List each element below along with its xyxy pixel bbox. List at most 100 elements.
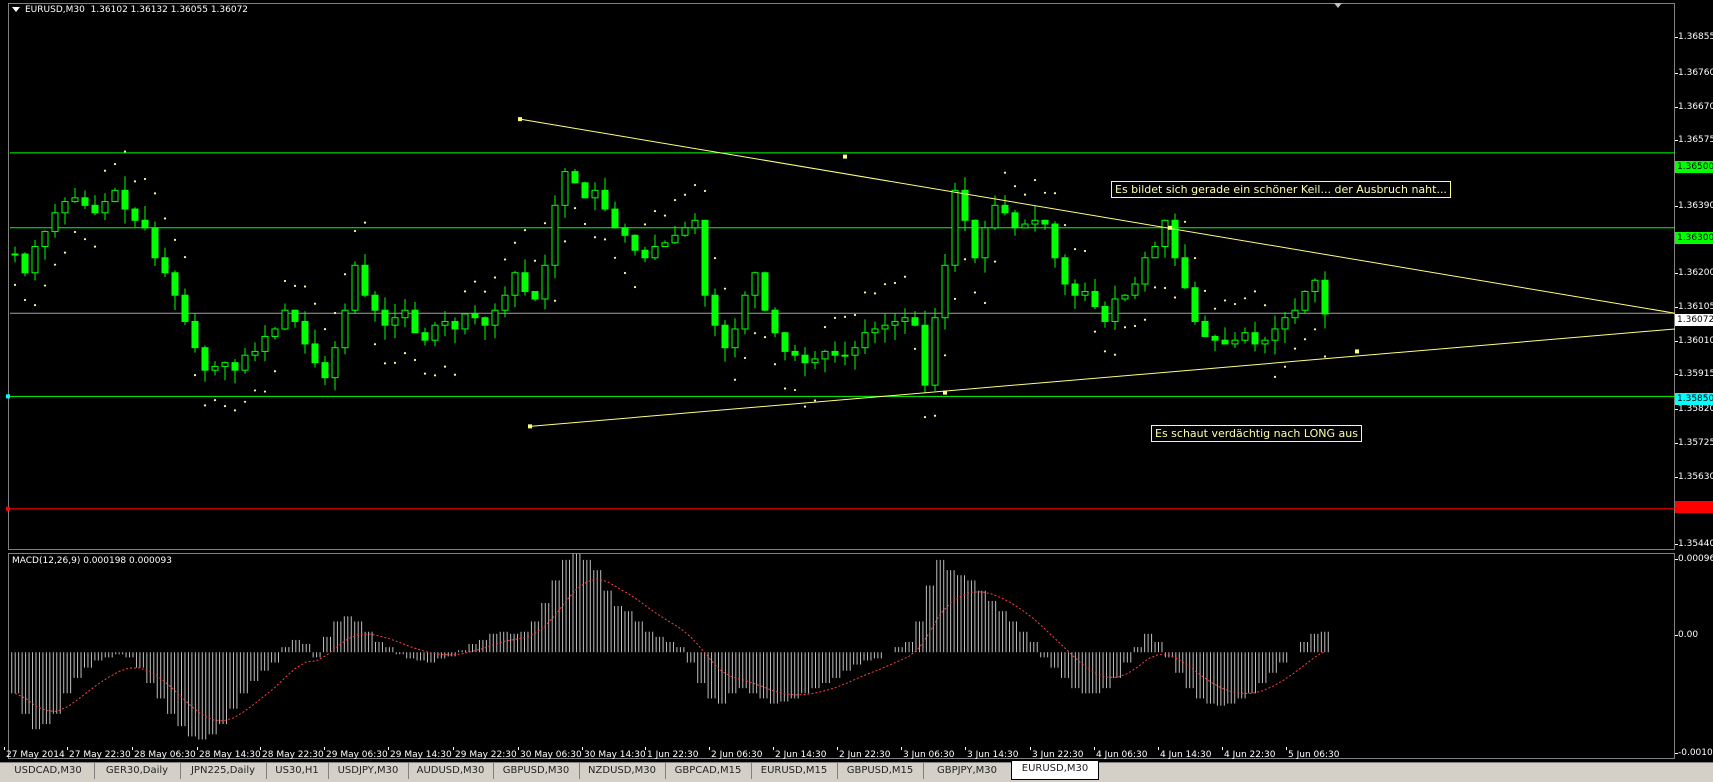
- price-tick: 1.35725: [1674, 438, 1713, 448]
- macd-title: MACD(12,26,9) 0.000198 0.000093: [12, 556, 172, 566]
- candle-body: [831, 350, 839, 356]
- candle-body: [791, 350, 799, 356]
- candle-body: [491, 309, 499, 326]
- candle-body: [261, 335, 269, 352]
- sar-dot: [1043, 191, 1047, 194]
- sar-dot: [373, 343, 377, 346]
- sar-dot: [913, 347, 917, 350]
- dropdown-triangle-icon[interactable]: [12, 7, 20, 12]
- tab-audusd-m30[interactable]: AUDUSD,M30: [408, 763, 494, 779]
- sar-dot: [583, 222, 587, 226]
- candle-body: [361, 264, 369, 296]
- tab-jpn225-daily[interactable]: JPN225,Daily: [180, 763, 267, 779]
- price-tick: 1.36855: [1674, 32, 1713, 42]
- upper-level-tag[interactable]: 1.36500: [1675, 161, 1713, 173]
- candle-body: [91, 204, 99, 214]
- candle-body: [1291, 309, 1299, 319]
- candle-body: [451, 320, 459, 330]
- sar-dot: [43, 284, 47, 287]
- sar-dot: [313, 302, 317, 305]
- price-tick: 1.36575: [1674, 135, 1713, 145]
- candle-body: [251, 350, 259, 356]
- sar-dot: [763, 335, 767, 339]
- candle-body: [331, 347, 339, 379]
- support-level-tag[interactable]: 1.35850: [1675, 393, 1713, 405]
- candle-body: [641, 249, 649, 259]
- sar-dot: [53, 263, 57, 266]
- sar-dot: [673, 198, 677, 202]
- sar-dot: [823, 326, 827, 329]
- time-label: 5 Jun 06:30: [1285, 747, 1340, 760]
- sar-dot: [183, 255, 187, 259]
- time-label: 28 May 06:30: [132, 747, 196, 760]
- tab-gbpjpy-m30[interactable]: GBPJPY,M30: [923, 763, 1012, 779]
- candle-body: [541, 264, 549, 300]
- candle-body: [101, 201, 109, 214]
- tab-us30-h1[interactable]: US30,H1: [266, 763, 329, 779]
- tab-eurusd-m15[interactable]: EURUSD,M15: [751, 763, 838, 779]
- tab-eurusd-m30[interactable]: EURUSD,M30: [1011, 761, 1099, 780]
- sar-dot: [1153, 286, 1157, 289]
- sar-dot: [833, 316, 837, 320]
- candle-body: [991, 204, 999, 229]
- candle-body: [231, 362, 239, 371]
- candle-body: [61, 201, 69, 214]
- candle-body: [161, 257, 169, 274]
- support-line-anchor: [6, 394, 10, 399]
- tab-usdjpy-m30[interactable]: USDJPY,M30: [328, 763, 409, 779]
- stop-level-tag[interactable]: 1.35550: [1675, 501, 1713, 513]
- annotation-long[interactable]: Es schaut verdächtig nach LONG aus: [1151, 425, 1362, 442]
- candle-body: [341, 309, 349, 349]
- candle-body: [1171, 219, 1179, 259]
- resistance-level-tag[interactable]: 1.36300: [1675, 232, 1713, 244]
- sar-dot: [973, 291, 977, 294]
- annotation-wedge[interactable]: Es bildet sich gerade ein schöner Keil..…: [1111, 181, 1451, 198]
- tab-gbpusd-m30[interactable]: GBPUSD,M30: [493, 763, 580, 779]
- trendline-handle: [943, 390, 947, 395]
- price-tick: 1.36010: [1674, 336, 1713, 346]
- candle-body: [1261, 339, 1269, 345]
- sar-dot: [83, 238, 87, 241]
- candle-body: [151, 227, 159, 259]
- candle-body: [781, 332, 789, 352]
- time-label: 3 Jun 22:30: [1029, 747, 1084, 760]
- time-label: 28 May 14:30: [197, 747, 261, 760]
- sar-dot: [1203, 289, 1207, 292]
- sar-dot: [573, 207, 577, 210]
- candle-body: [431, 324, 439, 341]
- tab-usdcad-m30[interactable]: USDCAD,M30: [2, 763, 95, 779]
- sar-dot: [493, 276, 497, 279]
- tab-nzdusd-m30[interactable]: NZDUSD,M30: [579, 763, 666, 779]
- candle-body: [901, 317, 909, 322]
- sar-dot: [1063, 223, 1067, 227]
- candle-body: [301, 320, 309, 345]
- chart-title: EURUSD,M30 1.36102 1.36132 1.36055 1.360…: [12, 5, 248, 15]
- price-tick: 1.35440: [1674, 539, 1713, 549]
- sar-dot: [93, 245, 97, 248]
- candle-body: [71, 197, 79, 203]
- sar-dot: [533, 259, 537, 262]
- sar-dot: [1223, 299, 1227, 302]
- time-label: 29 May 14:30: [388, 747, 452, 760]
- tab-ger30-daily[interactable]: GER30,Daily: [94, 763, 181, 779]
- candle-body: [571, 171, 579, 184]
- candle-body: [1231, 339, 1239, 345]
- candle-body: [1311, 279, 1319, 292]
- candle-body: [1251, 332, 1259, 345]
- sar-dot: [473, 280, 477, 283]
- candle-body: [11, 253, 19, 256]
- tab-gbpusd-m15[interactable]: GBPUSD,M15: [837, 763, 924, 779]
- sar-dot: [1083, 249, 1087, 253]
- candle-body: [1131, 283, 1139, 296]
- candle-body: [691, 219, 699, 229]
- macd-axis: 0.000967 0.00 -0.00104: [1674, 553, 1713, 759]
- sar-dot: [743, 356, 747, 360]
- candle-body: [531, 290, 539, 300]
- tab-gbpcad-m15[interactable]: GBPCAD,M15: [665, 763, 752, 779]
- sar-dot: [1313, 328, 1317, 331]
- candle-body: [671, 234, 679, 244]
- candle-body: [201, 347, 209, 371]
- candle-body: [291, 309, 299, 322]
- candle-body: [981, 227, 989, 259]
- sar-dot: [733, 378, 737, 381]
